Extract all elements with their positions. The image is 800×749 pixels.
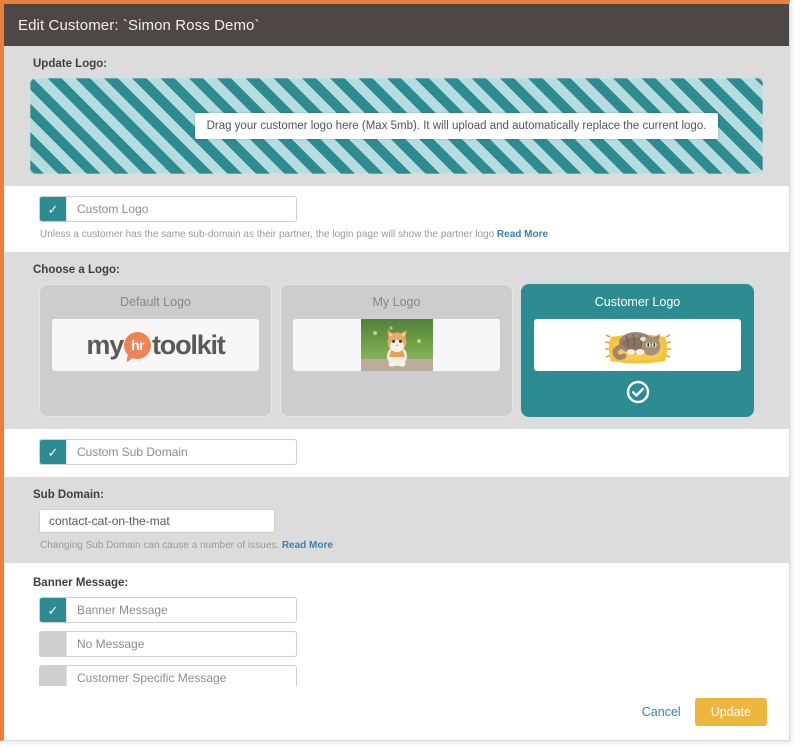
banner-message-label: Banner Message: — [33, 577, 129, 589]
cat-on-mat-icon — [604, 332, 671, 364]
modal-footer: Cancel Update — [4, 686, 789, 740]
cancel-button[interactable]: Cancel — [642, 705, 681, 719]
check-icon: ✓ — [47, 444, 59, 460]
check-icon: ✓ — [47, 201, 59, 217]
check-circle-icon — [626, 380, 649, 404]
sub-domain-helper-text: Changing Sub Domain can cause a number o… — [40, 540, 280, 551]
choose-logo-label: Choose a Logo: — [33, 264, 120, 276]
sub-domain-label: Sub Domain: — [33, 489, 104, 501]
logo-card-title: Default Logo — [120, 295, 191, 309]
update-logo-label: Update Logo: — [33, 58, 108, 70]
section-custom-logo: ✓ Custom Logo Unless a customer has the … — [4, 186, 789, 252]
radio-no-message[interactable]: ✓ No Message — [39, 631, 297, 657]
edit-customer-modal: Edit Customer: `Simon Ross Demo` Update … — [0, 0, 790, 741]
logo-card-customer[interactable]: Customer Logo — [521, 284, 754, 417]
section-sub-domain: Sub Domain: Changing Sub Domain can caus… — [4, 477, 789, 563]
kitten-photo-icon — [360, 319, 433, 371]
logo-card-default[interactable]: Default Logo my hr toolkit — [39, 284, 272, 417]
checkbox-custom-sub-domain[interactable]: ✓ Custom Sub Domain — [39, 439, 297, 465]
read-more-link-subdomain[interactable]: Read More — [282, 540, 333, 551]
section-update-logo: Update Logo: Drag your customer logo her… — [4, 46, 789, 186]
logo-card-title: My Logo — [372, 295, 421, 309]
logo-dropzone[interactable]: Drag your customer logo here (Max 5mb). … — [30, 78, 763, 174]
page-title: Edit Customer: `Simon Ross Demo` — [18, 16, 260, 34]
checkbox-label: Custom Sub Domain — [66, 440, 296, 464]
checkbox-box[interactable]: ✓ — [40, 666, 66, 686]
modal-body: Update Logo: Drag your customer logo her… — [4, 46, 789, 686]
logo-preview-my-logo — [293, 319, 500, 371]
modal-header: Edit Customer: `Simon Ross Demo` — [4, 4, 789, 46]
checkbox-box[interactable]: ✓ — [40, 632, 66, 656]
logo-card-title: Customer Logo — [594, 295, 681, 309]
section-choose-logo: Choose a Logo: Default Logo my hr toolkit … — [4, 252, 789, 429]
checkbox-label: Custom Logo — [66, 197, 296, 221]
dropzone-instruction-text: Drag your customer logo here (Max 5mb). … — [194, 113, 719, 139]
option-label: No Message — [66, 632, 296, 656]
radio-customer-specific-message[interactable]: ✓ Customer Specific Message — [39, 665, 297, 686]
section-banner-message: Banner Message: ✓ Banner Message ✓ No Me… — [4, 563, 789, 686]
check-icon: ✓ — [47, 602, 59, 618]
logo-preview-default: my hr toolkit — [52, 319, 259, 371]
section-custom-sub-domain: ✓ Custom Sub Domain — [4, 429, 789, 477]
checkbox-custom-logo[interactable]: ✓ Custom Logo — [39, 196, 297, 222]
logo-card-my-logo[interactable]: My Logo — [280, 284, 513, 417]
option-label: Customer Specific Message — [66, 666, 296, 686]
logo-preview-customer — [534, 319, 741, 371]
custom-logo-helper-text: Unless a customer has the same sub-domai… — [40, 229, 495, 240]
checkbox-box[interactable]: ✓ — [40, 598, 66, 622]
read-more-link-logo[interactable]: Read More — [497, 229, 548, 240]
logo-card-list: Default Logo my hr toolkit My Logo Custo… — [39, 284, 754, 417]
checkbox-box[interactable]: ✓ — [40, 197, 66, 221]
mytoolkit-logo-icon: my hr toolkit — [86, 329, 226, 360]
checkbox-box[interactable]: ✓ — [40, 440, 66, 464]
option-label: Banner Message — [66, 598, 296, 622]
custom-logo-helper: Unless a customer has the same sub-domai… — [40, 229, 763, 240]
sub-domain-helper: Changing Sub Domain can cause a number o… — [40, 540, 763, 551]
hr-bubble-icon: hr — [124, 331, 152, 359]
update-button[interactable]: Update — [694, 698, 767, 726]
radio-banner-message[interactable]: ✓ Banner Message — [39, 597, 297, 623]
sub-domain-input[interactable] — [39, 509, 275, 533]
